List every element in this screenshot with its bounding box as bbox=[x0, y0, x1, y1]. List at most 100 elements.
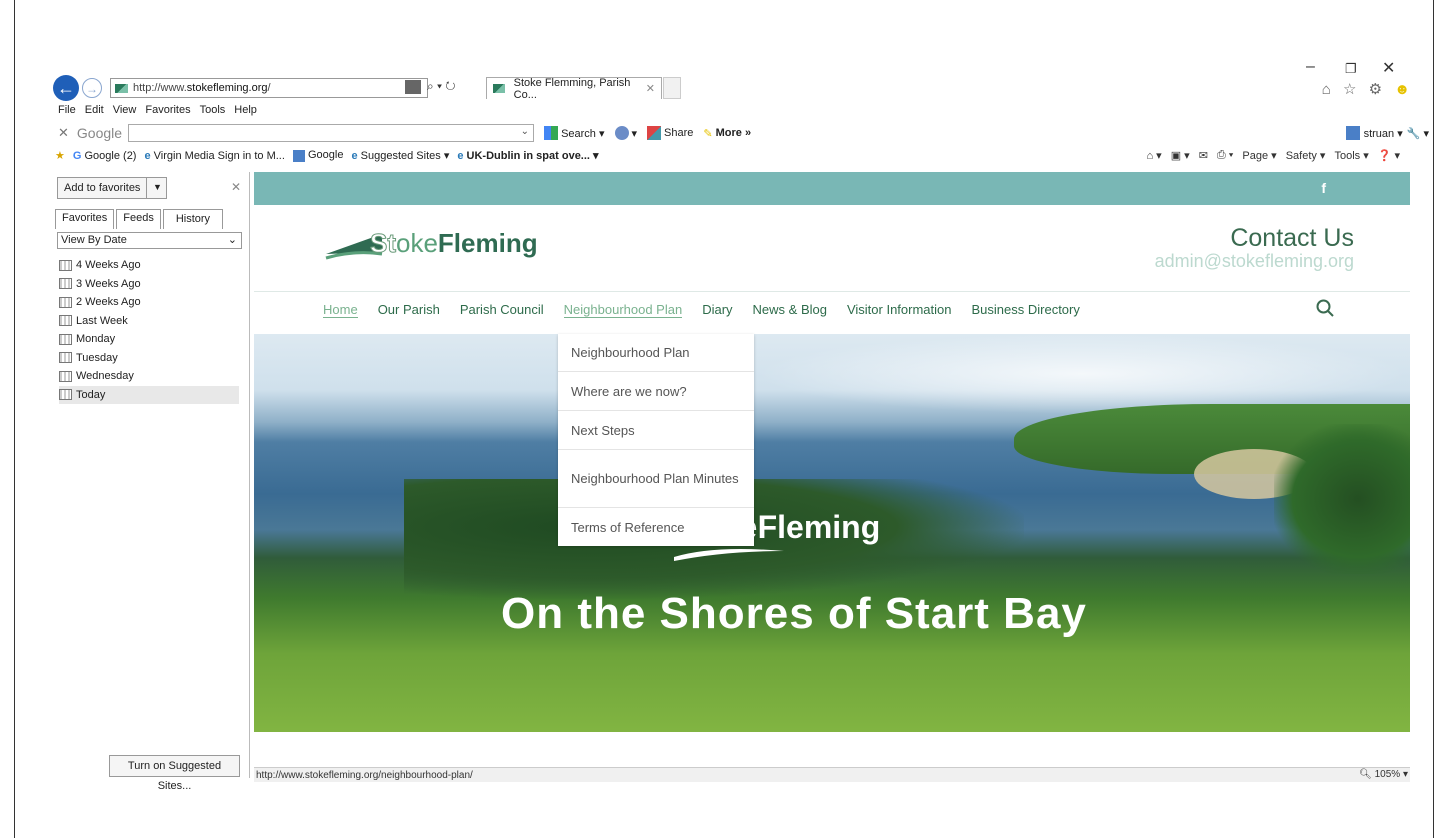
close-window-button[interactable]: ✕ bbox=[1382, 58, 1395, 78]
fav-label: Google (2) bbox=[84, 149, 137, 162]
cmd-home[interactable]: ⌂ ▾ bbox=[1146, 149, 1161, 162]
dropdown-item-terms-of-reference[interactable]: Terms of Reference bbox=[558, 508, 754, 546]
view-by-select[interactable]: View By Date ⌄ bbox=[57, 232, 242, 249]
calendar-icon bbox=[59, 259, 72, 271]
google-share-button[interactable]: Share bbox=[647, 126, 693, 140]
history-label: Today bbox=[76, 388, 106, 401]
feedback-smiley-icon[interactable]: ☻ bbox=[1394, 81, 1414, 98]
history-label: Monday bbox=[76, 333, 116, 346]
zoom-icon: 🔍︎ bbox=[1359, 769, 1372, 780]
history-item[interactable]: Wednesday bbox=[59, 367, 239, 386]
nav-divider bbox=[254, 291, 1410, 292]
suggested-sites-button[interactable]: Turn on Suggested Sites... bbox=[109, 755, 240, 792]
contact-heading[interactable]: Contact Us bbox=[1230, 224, 1354, 253]
cmd-feeds[interactable]: ▣ ▾ bbox=[1171, 149, 1190, 162]
hero-clouds bbox=[754, 334, 1410, 414]
status-bar: http://www.stokefleming.org/neighbourhoo… bbox=[254, 767, 1410, 782]
back-button[interactable]: ← bbox=[53, 75, 79, 101]
fav-label: Suggested Sites ▾ bbox=[360, 150, 450, 162]
tab-history[interactable]: History bbox=[162, 209, 224, 229]
fav-google-2[interactable]: G Google (2) bbox=[73, 150, 137, 162]
google-user-name[interactable]: struan ▾ bbox=[1364, 127, 1403, 140]
dropdown-item-next-steps[interactable]: Next Steps bbox=[558, 411, 754, 450]
menu-edit[interactable]: Edit bbox=[85, 104, 104, 116]
search-icon[interactable] bbox=[1316, 299, 1334, 317]
history-item[interactable]: Today bbox=[59, 385, 239, 404]
favorites-star-icon[interactable]: ★ bbox=[55, 149, 65, 162]
address-bar[interactable]: http://www. stokefleming.org / bbox=[110, 78, 428, 98]
nav-neighbourhood-plan[interactable]: Neighbourhood Plan bbox=[563, 302, 683, 318]
menu-tools[interactable]: Tools bbox=[200, 104, 226, 116]
calendar-icon bbox=[59, 315, 72, 327]
cmd-tools[interactable]: Tools ▾ bbox=[1334, 149, 1368, 162]
history-item[interactable]: Tuesday bbox=[59, 349, 239, 368]
dropdown-item-where-are-we-now[interactable]: Where are we now? bbox=[558, 372, 754, 411]
menu-file[interactable]: File bbox=[58, 104, 76, 116]
new-tab-button[interactable] bbox=[663, 77, 681, 99]
google-logo: Google bbox=[76, 125, 123, 141]
fav-virgin-media[interactable]: e Virgin Media Sign in to M... bbox=[144, 150, 284, 162]
calendar-icon bbox=[59, 370, 72, 382]
home-star-gear-icons[interactable]: ⌂ ☆ ⚙ bbox=[1322, 81, 1386, 98]
dropdown-item-minutes[interactable]: Neighbourhood Plan Minutes bbox=[558, 450, 754, 508]
browser-right-icons[interactable]: ⌂ ☆ ⚙ ☻ bbox=[1322, 80, 1414, 98]
history-item[interactable]: Monday bbox=[59, 330, 239, 349]
command-bar: ⌂ ▾ ▣ ▾ ✉ ⎙ ▾ Page ▾ Safety ▾ Tools ▾ ❓ … bbox=[1146, 149, 1400, 162]
tab-stoke-fleming[interactable]: Stoke Flemming, Parish Co... ✕ bbox=[486, 77, 662, 101]
compatibility-view-icon[interactable] bbox=[405, 79, 421, 94]
history-item[interactable]: Last Week bbox=[59, 312, 239, 331]
calendar-icon bbox=[59, 278, 72, 290]
history-item[interactable]: 3 Weeks Ago bbox=[59, 275, 239, 294]
menu-favorites[interactable]: Favorites bbox=[145, 104, 190, 116]
menu-view[interactable]: View bbox=[113, 104, 137, 116]
share-icon bbox=[647, 126, 662, 140]
history-list: 4 Weeks Ago 3 Weeks Ago 2 Weeks Ago Last… bbox=[59, 256, 239, 404]
site-logo[interactable]: StokeFleming bbox=[324, 224, 574, 266]
dropdown-item-neighbourhood-plan[interactable]: Neighbourhood Plan bbox=[558, 334, 754, 372]
nav-diary[interactable]: Diary bbox=[702, 302, 732, 318]
fav-suggested-sites[interactable]: e Suggested Sites ▾ bbox=[351, 149, 449, 162]
add-favorites-dropdown[interactable]: ▼ bbox=[146, 177, 168, 199]
site-top-strip: f bbox=[254, 172, 1410, 205]
wrench-icon[interactable]: 🔧 ▾ bbox=[1407, 127, 1429, 140]
minimize-button[interactable]: – bbox=[1306, 58, 1315, 76]
tab-favorites[interactable]: Favorites bbox=[55, 209, 115, 229]
pencil-icon: ✎ bbox=[703, 127, 713, 140]
history-item[interactable]: 2 Weeks Ago bbox=[59, 293, 239, 312]
fav-uk-dublin[interactable]: e UK-Dublin in spat ove... ▾ bbox=[457, 149, 598, 162]
fav-google[interactable]: Google bbox=[292, 149, 343, 162]
cmd-page[interactable]: Page ▾ bbox=[1242, 149, 1276, 162]
google-search-input[interactable]: ⌄ bbox=[128, 124, 535, 142]
google-search-button[interactable]: Search ▾ bbox=[544, 126, 605, 140]
nav-our-parish[interactable]: Our Parish bbox=[378, 302, 440, 318]
nav-home[interactable]: Home bbox=[323, 302, 358, 318]
contact-email[interactable]: admin@stokefleming.org bbox=[1155, 251, 1354, 272]
ie-icon: e bbox=[457, 150, 464, 162]
forward-button[interactable]: → bbox=[82, 78, 102, 98]
tab-close-icon[interactable]: ✕ bbox=[646, 82, 655, 95]
nav-visitor-information[interactable]: Visitor Information bbox=[847, 302, 952, 318]
nav-parish-council[interactable]: Parish Council bbox=[460, 302, 544, 318]
nav-business-directory[interactable]: Business Directory bbox=[972, 302, 1080, 318]
facebook-icon[interactable]: f bbox=[1321, 180, 1326, 196]
favorites-pane: Add to favorites ▼ ✕ Favorites Feeds His… bbox=[55, 172, 250, 792]
zoom-control[interactable]: 🔍︎ 105% ▾ bbox=[1359, 769, 1408, 780]
history-item[interactable]: 4 Weeks Ago bbox=[59, 256, 239, 275]
google-toolbar-close-icon[interactable]: ✕ bbox=[58, 125, 69, 141]
cmd-safety[interactable]: Safety ▾ bbox=[1286, 149, 1326, 162]
cmd-mail[interactable]: ✉ bbox=[1199, 149, 1208, 162]
restore-button[interactable]: ❐ bbox=[1345, 61, 1357, 77]
tab-feeds[interactable]: Feeds bbox=[116, 209, 161, 229]
google-search-label: Search ▾ bbox=[561, 127, 605, 140]
cmd-help[interactable]: ❓ ▾ bbox=[1378, 149, 1400, 162]
menu-help[interactable]: Help bbox=[234, 104, 257, 116]
google-bookmark-button[interactable]: ▾ bbox=[614, 126, 637, 140]
search-refresh-icons[interactable]: ⌕ ▾ ↻ bbox=[427, 79, 456, 94]
pane-close-icon[interactable]: ✕ bbox=[231, 180, 241, 194]
google-more-button[interactable]: ✎ More » bbox=[703, 127, 751, 140]
cmd-print[interactable]: ⎙ ▾ bbox=[1217, 149, 1233, 162]
google-toolbar: ✕ Google ⌄ Search ▾ ▾ Share ✎ More » stru… bbox=[58, 122, 1433, 144]
bookmark-icon bbox=[614, 126, 629, 140]
nav-news-blog[interactable]: News & Blog bbox=[753, 302, 827, 318]
chevron-down-icon[interactable]: ⌄ bbox=[521, 126, 529, 137]
